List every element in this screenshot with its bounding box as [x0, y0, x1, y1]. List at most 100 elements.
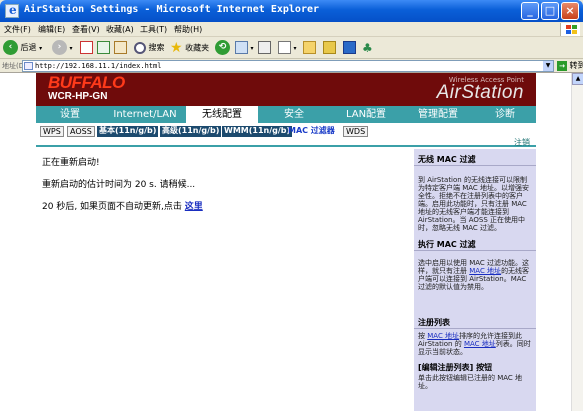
messenger-button[interactable]	[343, 40, 356, 56]
home-icon	[114, 41, 127, 54]
airstation-page: BUFFALO WCR-HP-GN Wireless Access Point …	[36, 73, 536, 411]
logout-link[interactable]: 注销	[514, 137, 530, 148]
print-button[interactable]	[258, 40, 271, 56]
mail-icon	[235, 41, 248, 54]
tab-security[interactable]: 安全	[258, 106, 330, 123]
maximize-button[interactable]: □	[541, 2, 559, 20]
search-button[interactable]: 搜索	[134, 40, 165, 56]
go-arrow-icon: →	[557, 61, 567, 71]
search-label: 搜索	[148, 43, 165, 52]
menu-favorites[interactable]: 收藏(A)	[106, 24, 134, 35]
search-icon	[134, 41, 146, 54]
menu-view[interactable]: 查看(V)	[72, 24, 100, 35]
back-button[interactable]: ‹ 后退 ▾	[3, 40, 42, 56]
help-divider	[414, 328, 536, 329]
help-title-mac-filter: 无线 MAC 过滤	[418, 155, 476, 164]
subtab-basic[interactable]: 基本(11n/g/b)	[97, 126, 159, 137]
minimize-button[interactable]: _	[521, 2, 539, 20]
browser-toolbar: ‹ 后退 ▾ › ▾ 搜索 ★ 收藏夹 ⟲ ▾ ▾ ♣	[0, 37, 583, 59]
help-text-registration: 按 MAC 地址排序的允许连接到此 AirStation 的 MAC 地址列表。…	[418, 332, 531, 356]
star-icon: ★	[170, 40, 183, 56]
airstation-logo: AirStation	[436, 82, 524, 103]
forward-arrow-icon: ›	[52, 40, 67, 55]
mail-button[interactable]: ▾	[235, 40, 254, 56]
go-button[interactable]: → 转到	[557, 60, 583, 71]
back-arrow-icon: ‹	[3, 40, 18, 55]
edit-button[interactable]: ▾	[278, 40, 297, 56]
address-bar: 地址(D) http://192.168.11.1/index.html ▼ →…	[0, 59, 583, 73]
subtab-advanced[interactable]: 高级(11n/g/b)	[160, 126, 222, 137]
main-content: 正在重新启动! 重新启动的估计时间为 20 s. 请稍候... 20 秒后, 如…	[36, 149, 414, 411]
browser-viewport: BUFFALO WCR-HP-GN Wireless Access Point …	[0, 73, 571, 411]
help-link-mac-address[interactable]: MAC 地址	[469, 267, 501, 275]
go-label: 转到	[569, 61, 583, 70]
address-dropdown-icon[interactable]: ▼	[543, 61, 553, 71]
menu-file[interactable]: 文件(F)	[4, 24, 31, 35]
sub-nav: WPS AOSS 基本(11n/g/b) 高级(11n/g/b) WMM(11n…	[36, 123, 536, 147]
help-title-edit-button: [编辑注册列表] 按钮	[418, 363, 493, 372]
redirect-message: 20 秒后, 如果页面不自动更新,点击 这里	[42, 199, 203, 212]
help-divider	[414, 250, 536, 251]
history-icon: ⟲	[215, 40, 230, 55]
tab-wireless[interactable]: 无线配置	[186, 106, 258, 123]
people-button[interactable]: ♣	[362, 40, 373, 56]
scroll-up-icon[interactable]: ▲	[572, 73, 583, 85]
subtab-mac-filter[interactable]: MAC 过滤器	[286, 126, 337, 137]
favorites-button[interactable]: ★ 收藏夹	[170, 40, 209, 56]
help-link-mac-address[interactable]: MAC 地址	[464, 340, 496, 348]
tab-setup[interactable]: 设置	[36, 106, 104, 123]
window-title-bar[interactable]: AirStation Settings - Microsoft Internet…	[0, 0, 583, 22]
address-input[interactable]: http://192.168.11.1/index.html ▼	[22, 60, 554, 72]
forward-button[interactable]: › ▾	[52, 40, 73, 56]
people-icon: ♣	[362, 41, 373, 55]
tab-internet-lan[interactable]: Internet/LAN	[104, 106, 186, 123]
restarting-message: 正在重新启动!	[42, 158, 100, 168]
help-title-registration: 注册列表	[418, 318, 450, 327]
menu-tools[interactable]: 工具(T)	[140, 24, 167, 35]
buffalo-logo: BUFFALO	[48, 73, 125, 92]
menu-bar: 文件(F) 编辑(E) 查看(V) 收藏(A) 工具(T) 帮助(H)	[0, 22, 583, 37]
refresh-button[interactable]	[97, 40, 110, 56]
help-title-execute: 执行 MAC 过滤	[418, 240, 476, 249]
tab-lan-config[interactable]: LAN配置	[330, 106, 402, 123]
messenger-icon	[343, 41, 356, 54]
redirect-text: 20 秒后, 如果页面不自动更新,点击	[42, 202, 185, 212]
stop-icon	[80, 41, 93, 54]
help-panel: 无线 MAC 过滤 到 AirStation 的无线连接可以限制为特定客户端 M…	[414, 149, 536, 411]
print-icon	[258, 41, 271, 54]
main-nav: 设置 Internet/LAN 无线配置 安全 LAN配置 管理配置 诊断	[36, 106, 536, 123]
menu-edit[interactable]: 编辑(E)	[38, 24, 65, 35]
ie-icon	[5, 3, 19, 18]
page-icon	[24, 62, 33, 70]
estimate-message: 重新启动的估计时间为 20 s. 请稍候...	[42, 180, 196, 190]
folder-button[interactable]	[303, 40, 316, 56]
subtab-wds[interactable]: WDS	[343, 126, 369, 137]
home-button[interactable]	[114, 40, 127, 56]
address-url: http://192.168.11.1/index.html	[35, 62, 162, 70]
vertical-scrollbar[interactable]: ▲	[571, 73, 583, 411]
help-text-mac-filter: 到 AirStation 的无线连接可以限制为特定客户端 MAC 地址。以增强安…	[418, 176, 530, 232]
tab-admin[interactable]: 管理配置	[402, 106, 474, 123]
menu-help[interactable]: 帮助(H)	[174, 24, 202, 35]
research-button[interactable]	[323, 40, 336, 56]
refresh-icon	[97, 41, 110, 54]
research-icon	[323, 41, 336, 54]
history-button[interactable]: ⟲	[215, 40, 230, 56]
tab-diagnostics[interactable]: 诊断	[474, 106, 536, 123]
subtab-aoss[interactable]: AOSS	[67, 126, 95, 137]
redirect-link[interactable]: 这里	[185, 202, 203, 212]
favorites-label: 收藏夹	[185, 43, 210, 53]
stop-button[interactable]	[80, 40, 93, 56]
back-label: 后退	[20, 43, 37, 52]
help-text-edit-button: 单击此按钮编辑已注册的 MAC 地址。	[418, 374, 523, 390]
close-button[interactable]: ×	[561, 2, 579, 20]
subtab-wps[interactable]: WPS	[40, 126, 64, 137]
folder-icon	[303, 41, 316, 54]
edit-page-icon	[278, 41, 291, 54]
page-header: BUFFALO WCR-HP-GN Wireless Access Point …	[36, 73, 536, 106]
help-link-mac-address[interactable]: MAC 地址	[427, 332, 459, 340]
model-name: WCR-HP-GN	[48, 91, 108, 102]
help-text-execute: 选中启用以使用 MAC 过滤功能。这样，就只有注册 MAC 地址的无线客户端可以…	[418, 259, 530, 291]
subtab-wmm[interactable]: WMM(11n/g/b)	[222, 126, 293, 137]
windows-logo-icon	[560, 23, 580, 36]
